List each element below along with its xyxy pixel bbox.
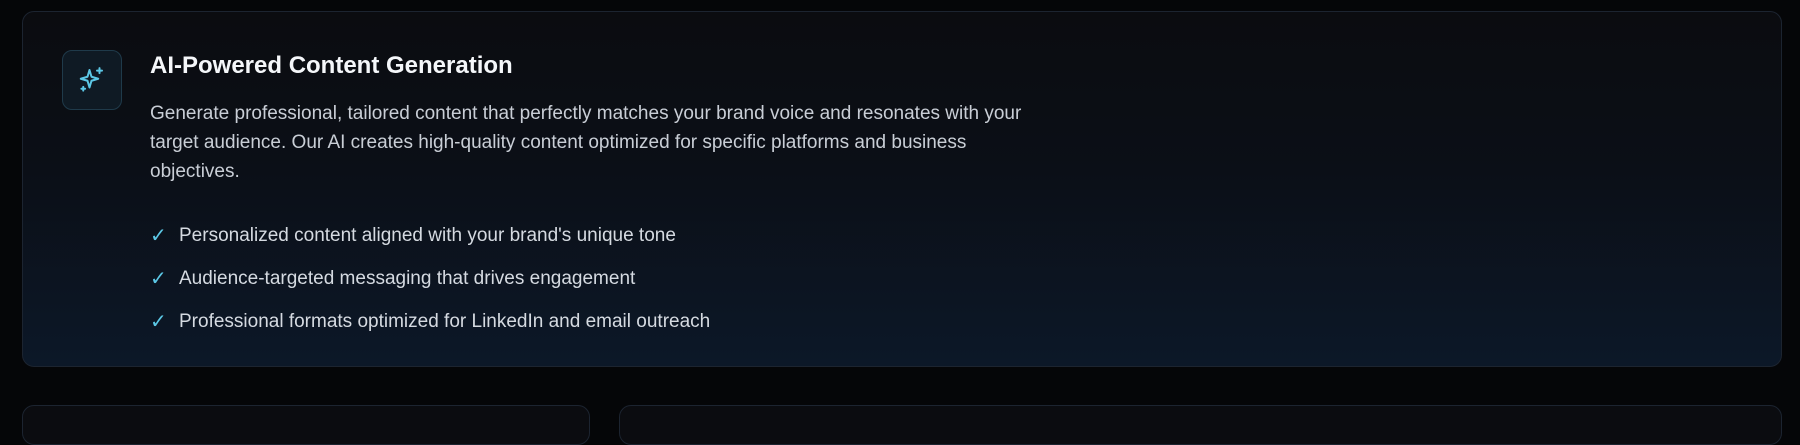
sparkles-icon (79, 67, 103, 92)
list-item-label: Professional formats optimized for Linke… (179, 310, 711, 332)
feature-card: AI-Powered Content Generation Generate p… (22, 11, 1782, 367)
list-item-label: Personalized content aligned with your b… (179, 224, 676, 246)
list-item-label: Audience-targeted messaging that drives … (179, 267, 636, 289)
feature-icon-box (62, 50, 122, 110)
check-icon: ✓ (150, 225, 167, 247)
feature-title: AI-Powered Content Generation (150, 52, 513, 79)
list-item: ✓ Audience-targeted messaging that drive… (150, 257, 710, 300)
feature-description: Generate professional, tailored content … (150, 103, 1022, 182)
feature-list: ✓ Personalized content aligned with your… (150, 214, 710, 343)
next-card-left (22, 405, 590, 445)
check-icon: ✓ (150, 268, 167, 290)
list-item: ✓ Professional formats optimized for Lin… (150, 300, 710, 343)
list-item: ✓ Personalized content aligned with your… (150, 214, 710, 257)
check-icon: ✓ (150, 311, 167, 333)
next-card-right (619, 405, 1782, 445)
